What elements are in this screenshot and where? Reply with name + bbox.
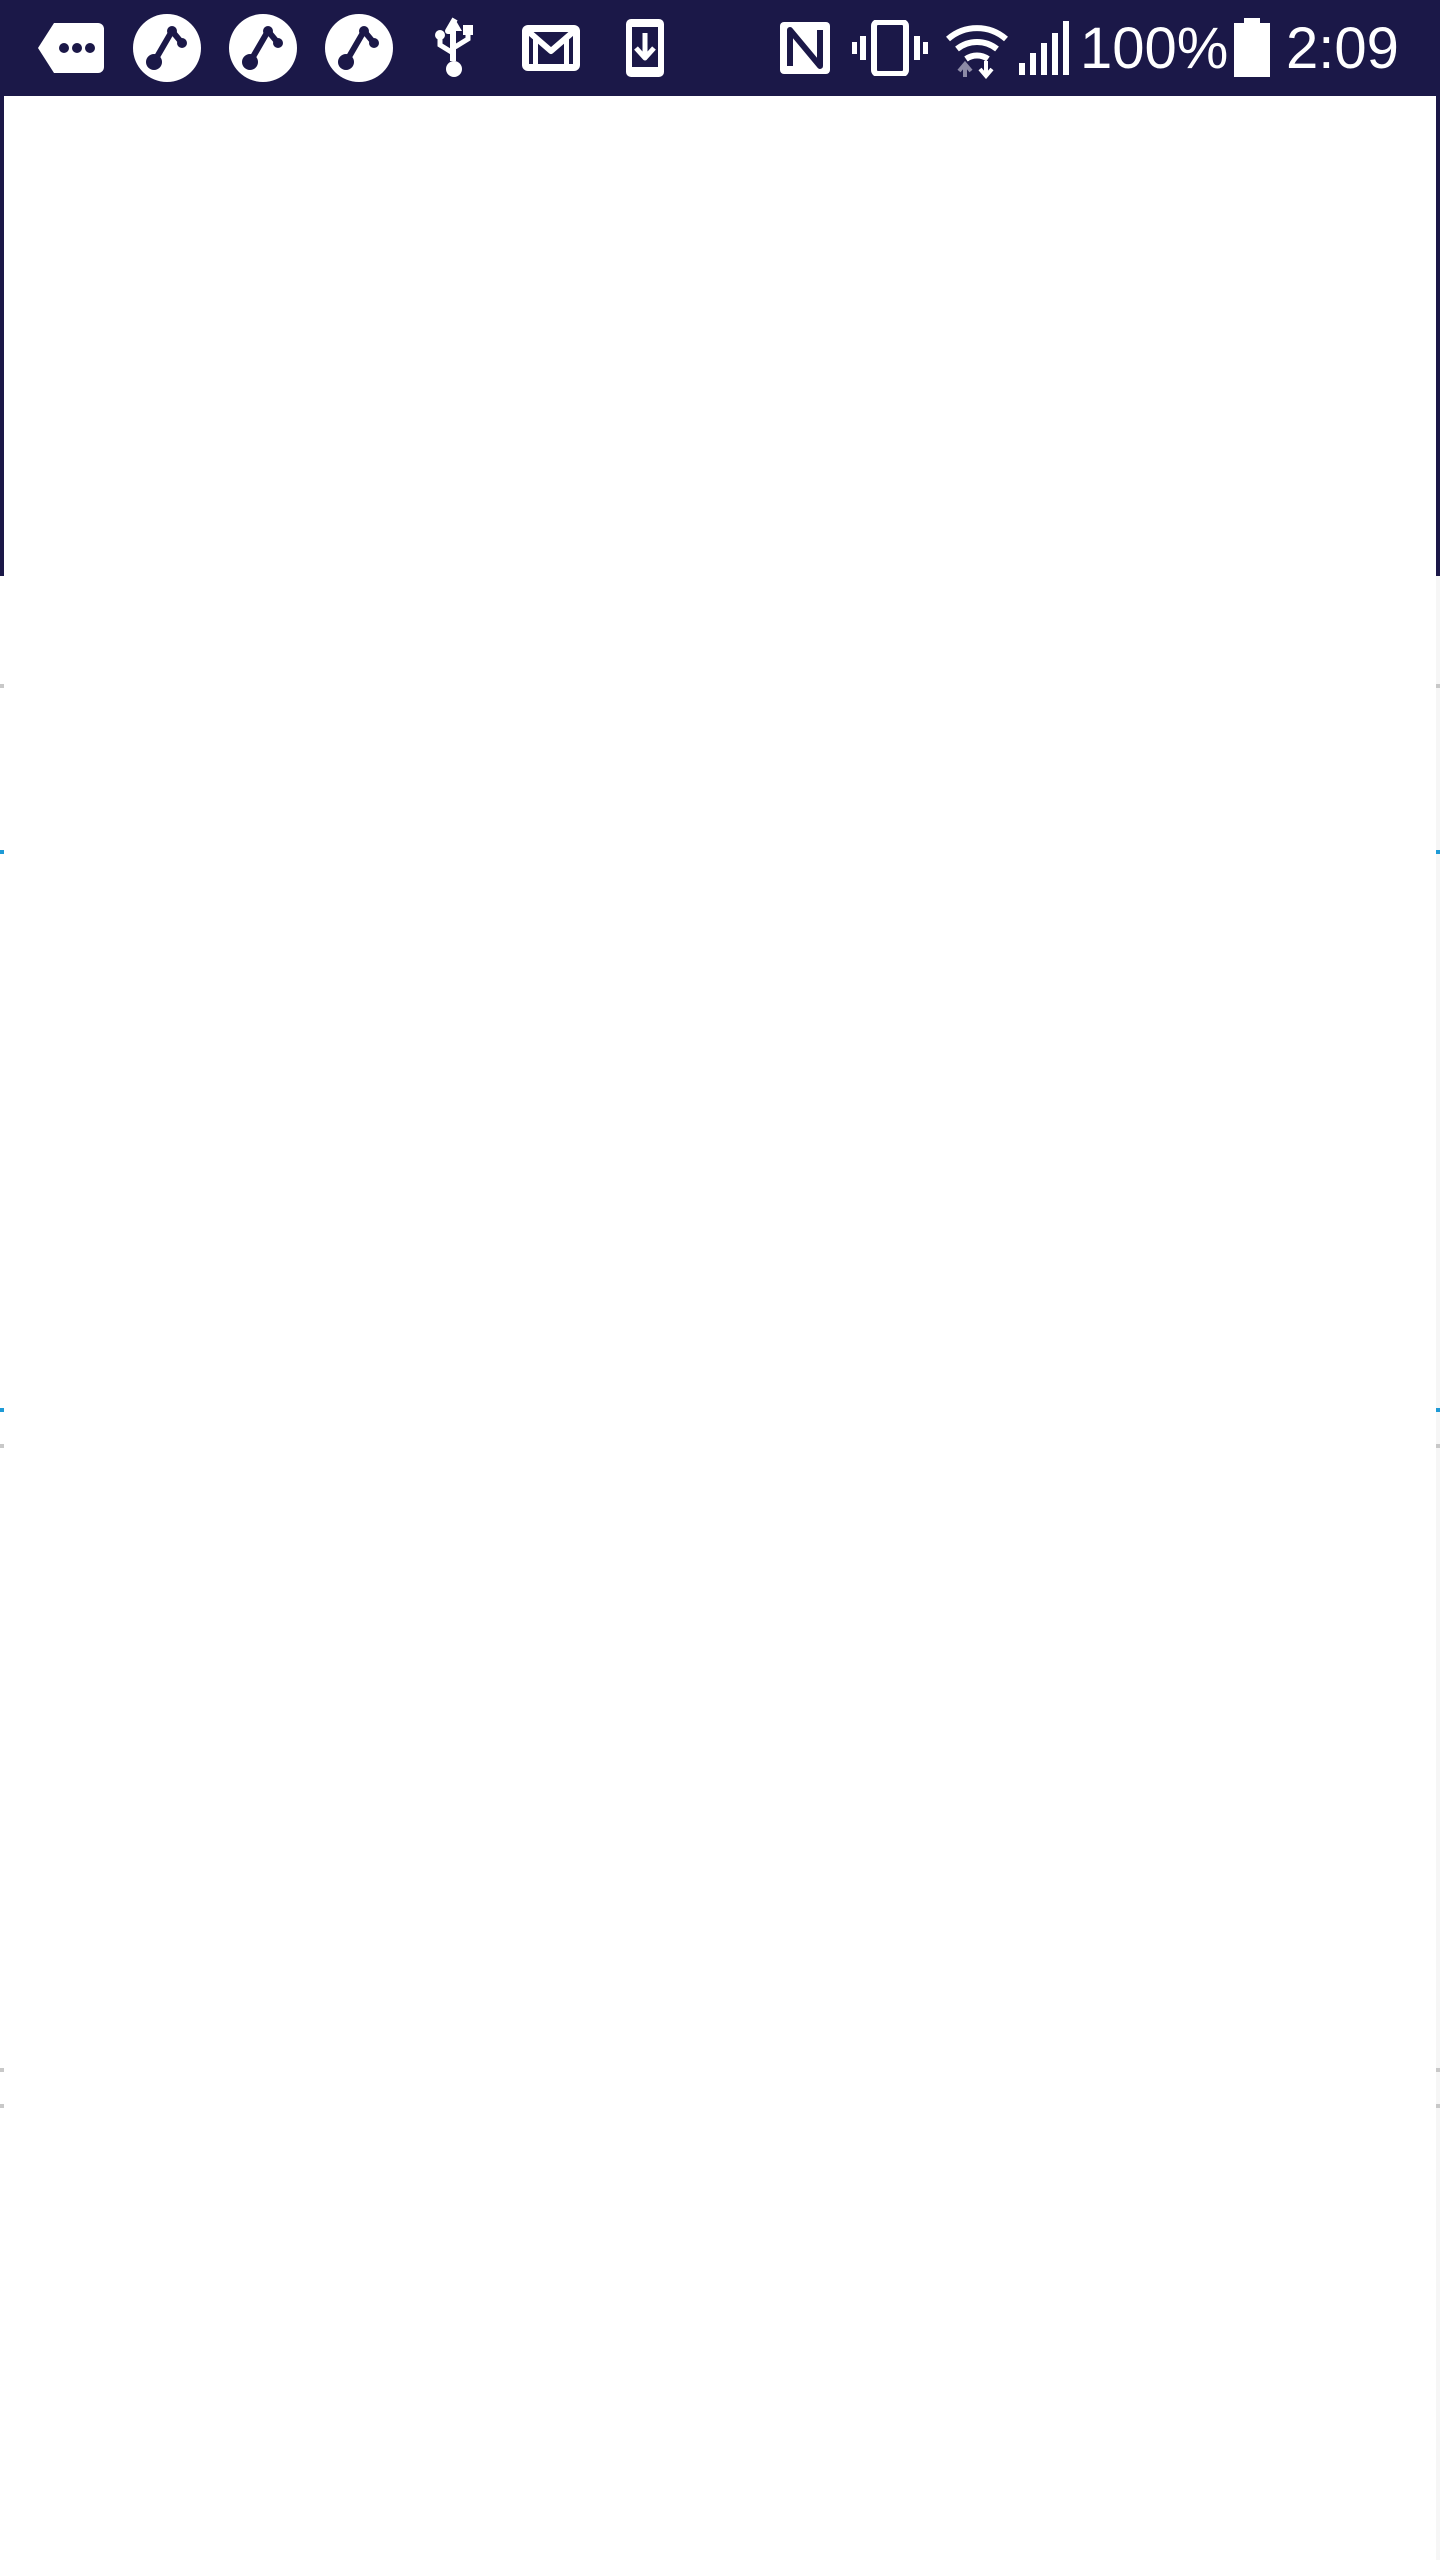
separator-mark (0, 2068, 4, 2072)
battery-percent: 100% (1080, 15, 1229, 81)
usb-icon (428, 0, 482, 96)
cell-signal-icon (1016, 0, 1072, 96)
vibrate-icon (852, 0, 928, 96)
nfc-icon (776, 0, 834, 96)
status-bar: 100% 2:09 (0, 0, 1440, 96)
separator-mark (0, 2104, 4, 2108)
frame-left-border (0, 96, 4, 576)
separator-mark (1436, 684, 1440, 688)
shared-app-icon (132, 0, 202, 96)
frame-right-gutter (1436, 576, 1440, 2560)
shared-app-icon (324, 0, 394, 96)
more-notifications-icon (36, 0, 106, 96)
download-icon (622, 0, 668, 96)
gmail-icon (518, 0, 584, 96)
separator-mark (1436, 850, 1440, 854)
frame-right-border (1436, 96, 1440, 576)
separator-mark (0, 684, 4, 688)
separator-mark (0, 1444, 4, 1448)
separator-mark (1436, 1444, 1440, 1448)
separator-mark (0, 1408, 4, 1412)
battery-icon (1230, 0, 1274, 96)
clock: 2:09 (1286, 15, 1399, 81)
separator-mark (1436, 2068, 1440, 2072)
separator-mark (1436, 2104, 1440, 2108)
separator-mark (1436, 1408, 1440, 1412)
app-content-area (0, 96, 1440, 2560)
separator-mark (0, 850, 4, 854)
shared-app-icon (228, 0, 298, 96)
wifi-icon (944, 0, 1010, 96)
